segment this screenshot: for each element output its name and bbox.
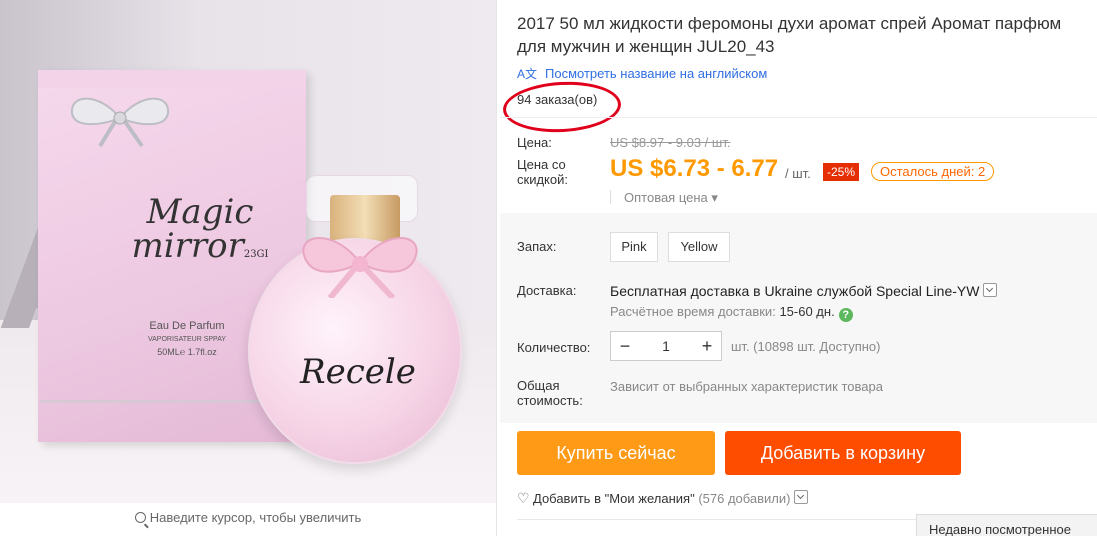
red-annotation-circle <box>501 78 623 136</box>
chevron-down-icon[interactable] <box>983 283 998 297</box>
quantity-stepper: − 1 + <box>610 331 722 361</box>
divider <box>500 117 1097 118</box>
product-title: 2017 50 мл жидкости феромоны духи аромат… <box>517 14 1062 56</box>
product-image[interactable]: A Magic mirror23GI Eau De Parfum VAPORIS… <box>0 0 496 503</box>
buy-now-button[interactable]: Купить сейчас <box>517 431 715 475</box>
box-subtitle: Eau De Parfum VAPORISATEUR SPPAY 50ML℮ 1… <box>147 320 227 357</box>
magnifier-icon <box>134 512 146 523</box>
stock-available: шт. (10898 шт. Доступно) <box>731 339 881 354</box>
zoom-hint: Наведите курсор, чтобы увеличить <box>0 506 496 530</box>
sale-price: US $6.73 - 6.77 <box>610 155 779 182</box>
pink-bow-icon <box>302 237 418 298</box>
price-label: Цена: <box>517 135 552 150</box>
price-unit: / шт. <box>785 166 811 181</box>
scent-label: Запах: <box>517 239 557 254</box>
translate-link[interactable]: A文 Посмотреть название на английском <box>517 65 767 82</box>
discount-badge: -25% <box>823 163 860 181</box>
scent-option-pink[interactable]: Pink <box>610 232 658 262</box>
original-price: US $8.97 - 9.03 / шт. <box>610 135 731 150</box>
bottle-label: Recele <box>300 352 416 392</box>
sale-price-label: Цена со скидкой: <box>517 157 568 187</box>
add-to-cart-button[interactable]: Добавить в корзину <box>725 431 961 475</box>
wholesale-price-toggle[interactable]: Оптовая цена ▾ <box>624 190 718 206</box>
translate-icon: A文 <box>517 67 538 81</box>
chevron-down-icon[interactable] <box>794 490 809 504</box>
recently-viewed-tab[interactable]: Недавно посмотренное <box>916 514 1097 536</box>
wishlist-link[interactable]: ♡ Добавить в "Мои желания" (576 добавили) <box>517 490 809 507</box>
decrease-button[interactable]: − <box>611 332 639 360</box>
days-left-badge: Осталось дней: 2 <box>871 162 995 181</box>
shipping-label: Доставка: <box>517 283 577 298</box>
quantity-label: Количество: <box>517 340 591 355</box>
quantity-input[interactable]: 1 <box>639 332 693 360</box>
column-divider <box>496 0 497 536</box>
increase-button[interactable]: + <box>693 332 721 360</box>
heart-icon: ♡ <box>517 490 530 506</box>
scent-option-yellow[interactable]: Yellow <box>668 232 730 262</box>
help-icon[interactable]: ? <box>838 308 853 322</box>
silver-bow-icon <box>70 97 170 148</box>
shipping-selector[interactable]: Бесплатная доставка в Ukraine службой Sp… <box>610 283 998 299</box>
delivery-estimate: Расчётное время доставки: 15-60 дн.? <box>610 304 853 322</box>
wholesale-divider <box>610 190 611 204</box>
total-label: Общая стоимость: <box>517 378 583 408</box>
total-value: Зависит от выбранных характеристик товар… <box>610 379 883 394</box>
perfume-box-lid <box>38 70 306 88</box>
box-brand-text: Magic mirror23GI <box>131 192 269 266</box>
